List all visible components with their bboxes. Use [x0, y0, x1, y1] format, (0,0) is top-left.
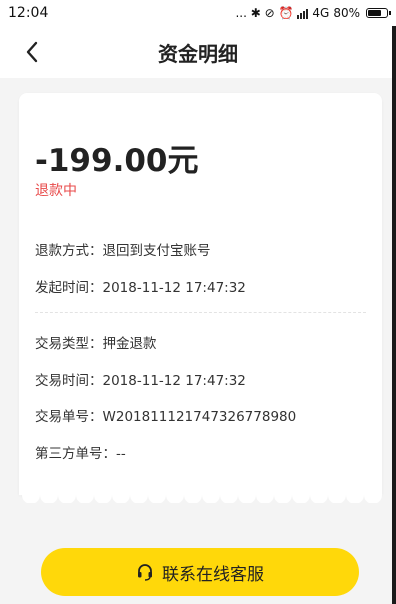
fund-detail-card: -199.00元 退款中 退款方式：退回到支付宝账号 发起时间：2018-11-…: [19, 93, 382, 495]
row-label: 退款方式: [35, 243, 89, 259]
row-label: 交易类型: [35, 336, 89, 352]
network-label: 4G: [312, 6, 330, 20]
refund-status: 退款中: [35, 183, 77, 199]
row-value: 押金退款: [102, 336, 157, 352]
card-scalloped-edge: [19, 489, 382, 503]
row-value: 2018-11-12 17:47:32: [102, 373, 246, 389]
status-time: 12:04: [8, 5, 49, 21]
nav-bar: 资金明细: [0, 26, 396, 78]
detail-row: 交易时间：2018-11-12 17:47:32: [35, 373, 246, 389]
screen-edge: [392, 26, 396, 604]
row-value: W2018111217473267789​80: [102, 409, 297, 425]
detail-row: 交易类型：押金退款: [35, 336, 157, 352]
battery-percent: 80%: [333, 6, 360, 20]
status-misc-icons: ... ✱ ⊘ ⏰: [235, 6, 294, 20]
row-value: 退回到支付宝账号: [102, 243, 211, 259]
headset-icon: [138, 564, 152, 581]
row-label: 交易时间: [35, 373, 89, 389]
dashed-divider: [35, 312, 366, 313]
detail-row: 交易单号：W2018111217473267789​80: [35, 409, 297, 425]
signal-icon: [297, 8, 309, 19]
battery-level: [368, 10, 381, 16]
status-bar: 12:04 ... ✱ ⊘ ⏰ 4G 80%: [0, 0, 396, 26]
battery-icon: [366, 8, 391, 18]
page-title: 资金明细: [158, 41, 238, 66]
amount: -199.00元: [35, 143, 199, 179]
contact-support-label: 联系在线客服: [162, 564, 264, 584]
row-value: --: [116, 446, 126, 462]
row-label: 发起时间: [35, 280, 89, 296]
status-icons: ... ✱ ⊘ ⏰ 4G 80%: [235, 6, 391, 20]
back-chevron-icon: [26, 41, 38, 63]
detail-row: 发起时间：2018-11-12 17:47:32: [35, 280, 246, 296]
detail-row: 退款方式：退回到支付宝账号: [35, 243, 211, 259]
contact-support-button[interactable]: 联系在线客服: [41, 548, 359, 596]
row-label: 交易单号: [35, 409, 89, 425]
detail-row: 第三方单号：--: [35, 446, 126, 462]
row-label: 第三方单号: [35, 446, 103, 462]
row-value: 2018-11-12 17:47:32: [102, 280, 246, 296]
back-button[interactable]: [16, 36, 48, 68]
